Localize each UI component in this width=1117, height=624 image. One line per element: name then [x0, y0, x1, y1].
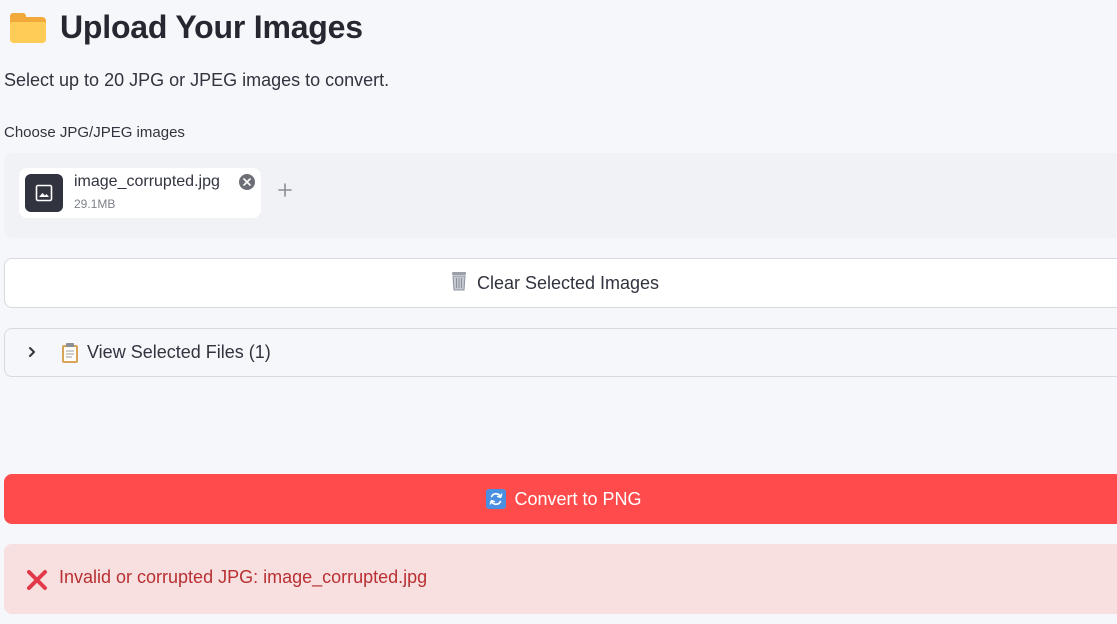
file-dropzone[interactable]: image_corrupted.jpg 29.1MB — [4, 153, 1117, 238]
uploader-label: Choose JPG/JPEG images — [4, 124, 185, 141]
add-file-icon[interactable] — [276, 181, 294, 199]
folder-icon — [10, 11, 46, 43]
file-size: 29.1MB — [74, 197, 116, 211]
page-title: Upload Your Images — [60, 8, 363, 45]
page-subtitle: Select up to 20 JPG or JPEG images to co… — [4, 70, 390, 90]
convert-to-png-label: Convert to PNG — [514, 488, 642, 509]
chevron-right-icon — [25, 345, 39, 364]
clear-selected-label: Clear Selected Images — [476, 272, 660, 293]
error-message: Invalid or corrupted JPG: image_corrupte… — [59, 567, 428, 587]
refresh-icon — [486, 489, 507, 509]
view-files-label: View Selected Files (1) — [87, 342, 271, 362]
file-name: image_corrupted.jpg — [74, 173, 220, 190]
trash-icon — [449, 270, 469, 297]
remove-file-icon[interactable] — [239, 174, 255, 190]
view-files-expander[interactable]: View Selected Files (1) — [4, 328, 1117, 377]
convert-to-png-button[interactable]: Convert to PNG — [4, 474, 1117, 524]
error-x-icon — [25, 568, 49, 597]
uploaded-file-chip: image_corrupted.jpg 29.1MB — [19, 168, 261, 218]
clear-selected-button[interactable]: Clear Selected Images — [4, 258, 1117, 308]
image-file-icon — [25, 174, 63, 212]
clipboard-icon — [60, 342, 80, 369]
page-heading: Upload Your Images — [10, 4, 363, 50]
error-alert: Invalid or corrupted JPG: image_corrupte… — [4, 544, 1117, 614]
